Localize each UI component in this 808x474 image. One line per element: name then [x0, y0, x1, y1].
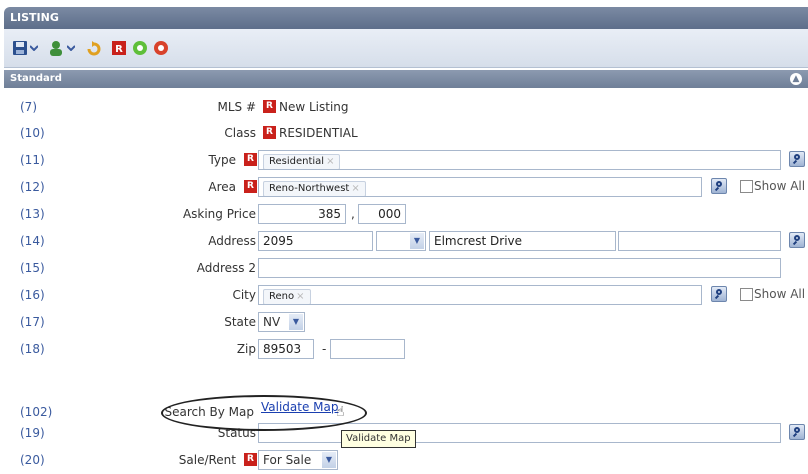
save-icon[interactable]	[12, 40, 28, 56]
type-tag[interactable]: Residential ×	[263, 154, 341, 169]
row-city: (16) City R Reno× Show All	[4, 283, 808, 309]
toolbar: R	[4, 29, 808, 68]
section-title: Standard	[10, 73, 62, 84]
field-label: Sale/Rent	[178, 453, 236, 467]
direction-select[interactable]: ▼	[376, 231, 426, 251]
field-label: Address	[208, 234, 256, 248]
state-value: NV	[263, 315, 281, 329]
city-tag[interactable]: Reno ×	[263, 289, 311, 304]
type-input[interactable]: Residential ×	[258, 150, 781, 170]
field-number: (7)	[20, 100, 37, 114]
collapse-icon[interactable]: ▲	[790, 73, 802, 85]
show-all-label: Show All	[754, 287, 806, 301]
svg-text:R: R	[115, 44, 123, 55]
field-number: (13)	[20, 207, 45, 221]
chevron-down-icon[interactable]: ▼	[322, 452, 336, 468]
field-label: Address 2	[196, 261, 256, 275]
row-state: (17) State R NV ▼	[4, 310, 808, 336]
area-input[interactable]: Reno-Northwest ×	[258, 177, 702, 197]
field-number: (102)	[20, 405, 53, 419]
row-zip: (18) Zip R 89503 -	[4, 337, 808, 363]
remove-tag-icon[interactable]: ×	[296, 291, 304, 302]
remove-tag-icon[interactable]: ×	[326, 156, 334, 167]
row-class: (10) Class R RESIDENTIAL	[4, 121, 808, 147]
row-mls: (7) MLS # R New Listing	[4, 95, 808, 121]
tooltip: Validate Map	[341, 430, 416, 448]
search-icon[interactable]	[711, 178, 727, 194]
zip-extension-input[interactable]	[330, 339, 405, 359]
field-number: (18)	[20, 342, 45, 356]
field-label: Zip	[236, 342, 256, 356]
refresh-icon[interactable]	[86, 40, 102, 56]
field-number: (14)	[20, 234, 45, 248]
r-icon[interactable]: R	[111, 40, 127, 56]
area-tag[interactable]: Reno-Northwest ×	[263, 181, 366, 196]
mls-value: New Listing	[279, 100, 349, 114]
row-price: (13) Asking Price R 385 , 000	[4, 202, 808, 228]
show-all-checkbox[interactable]	[740, 288, 753, 301]
field-number: (12)	[20, 180, 45, 194]
class-value: RESIDENTIAL	[279, 126, 358, 140]
row-area: (12) Area R P Reno-Northwest× Show All	[4, 175, 808, 201]
remove-tag-icon[interactable]: ×	[351, 183, 359, 194]
address2-input[interactable]	[258, 258, 781, 278]
city-input[interactable]: Reno ×	[258, 285, 702, 305]
price-separator: ,	[351, 207, 355, 221]
show-all-checkbox[interactable]	[740, 180, 753, 193]
row-address2: (15) Address 2	[4, 256, 808, 282]
field-number: (17)	[20, 315, 45, 329]
field-label: Type	[208, 153, 236, 167]
required-badge: R	[263, 100, 276, 113]
section-header: Standard ▲	[4, 70, 808, 88]
show-all-label: Show All	[754, 179, 806, 193]
search-icon[interactable]	[789, 151, 805, 167]
required-badge: R	[244, 453, 257, 466]
field-number: (20)	[20, 453, 45, 467]
search-icon[interactable]	[711, 286, 727, 302]
street-name-input[interactable]: Elmcrest Drive	[429, 231, 616, 251]
field-label: State	[224, 315, 256, 329]
search-icon[interactable]	[789, 232, 805, 248]
field-number: (16)	[20, 288, 45, 302]
chevron-down-icon[interactable]: ▼	[410, 233, 424, 249]
price-thousands-input[interactable]: 385	[258, 204, 346, 224]
row-address: (14) Address R 2095 ▼ Elmcrest Drive	[4, 229, 808, 255]
required-badge: R	[263, 126, 276, 139]
field-label: City	[232, 288, 256, 302]
status-input[interactable]	[258, 423, 781, 443]
sale-rent-value: For Sale	[263, 453, 312, 467]
field-number: (10)	[20, 126, 45, 140]
state-select[interactable]: NV ▼	[258, 312, 305, 332]
field-number: (11)	[20, 153, 45, 167]
field-label: Class	[224, 126, 256, 140]
field-number: (15)	[20, 261, 45, 275]
person-icon[interactable]	[48, 40, 64, 56]
field-label: MLS #	[217, 100, 256, 114]
sale-rent-select[interactable]: For Sale ▼	[258, 450, 338, 470]
row-type: (11) Type R P Residential×	[4, 148, 808, 174]
dropdown-chevron-icon[interactable]	[29, 40, 39, 56]
row-salerent: (20) Sale/Rent R P For Sale ▼	[4, 448, 808, 474]
hand-cursor-icon: ☝	[336, 404, 345, 420]
window-title: LISTING	[4, 7, 808, 29]
search-icon[interactable]	[789, 424, 805, 440]
red-circle-icon[interactable]	[153, 40, 169, 56]
field-label: Asking Price	[182, 207, 256, 221]
chevron-down-icon[interactable]: ▼	[289, 314, 303, 330]
required-badge: R	[244, 180, 257, 193]
green-circle-icon[interactable]	[132, 40, 148, 56]
price-hundreds-input[interactable]: 000	[358, 204, 406, 224]
street-number-input[interactable]: 2095	[258, 231, 373, 251]
zip-input[interactable]: 89503	[258, 339, 314, 359]
field-label: Area	[208, 180, 236, 194]
field-number: (19)	[20, 426, 45, 440]
dropdown-chevron-icon[interactable]	[66, 40, 76, 56]
zip-separator: -	[322, 342, 327, 356]
address-suffix-input[interactable]	[618, 231, 781, 251]
required-badge: R	[244, 153, 257, 166]
